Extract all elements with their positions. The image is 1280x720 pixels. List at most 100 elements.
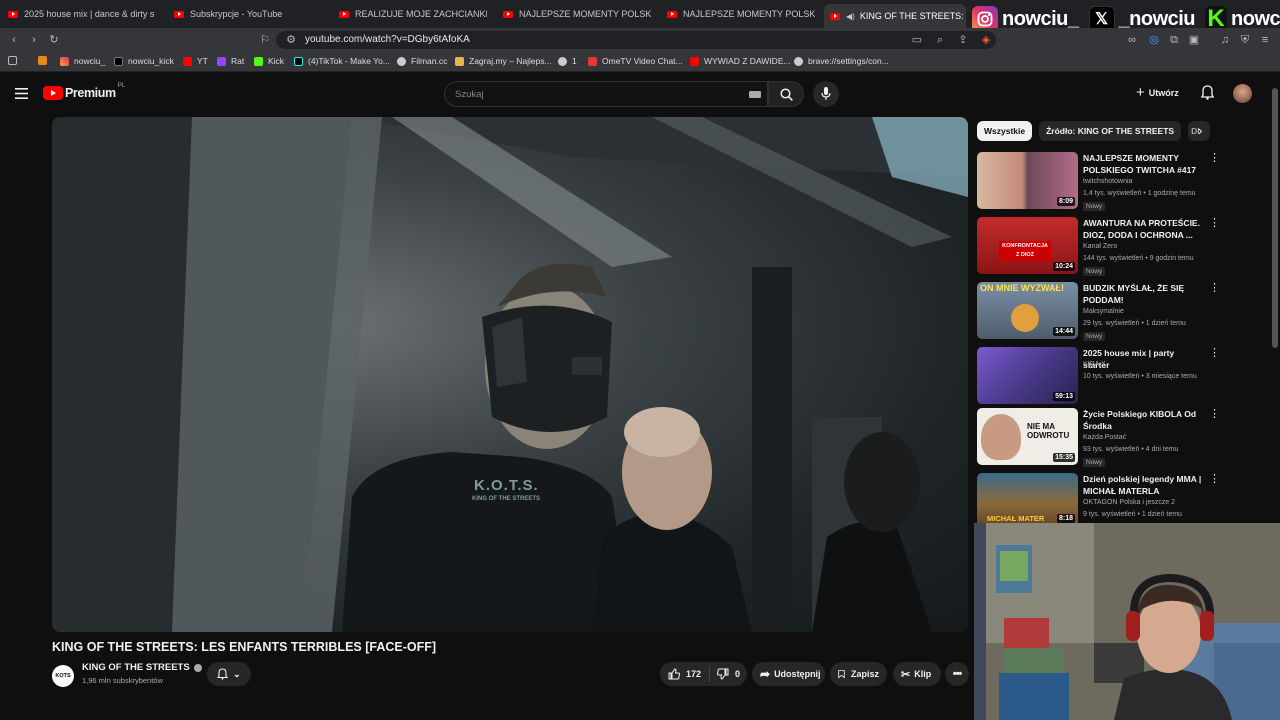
dislike-button[interactable]: 0 [710,668,747,680]
more-actions-button[interactable]: ••• [945,662,969,686]
more-vertical-icon[interactable]: ⋮ [1209,348,1220,359]
recommendation-item[interactable]: KONFRONTACJA Z DIOZ 10:24 AWANTURA NA PR… [977,217,1227,277]
shirt-print-sub: KING OF THE STREETS [472,496,541,502]
more-vertical-icon[interactable]: ⋮ [1209,218,1220,229]
cast-icon[interactable]: ▭ [911,34,923,46]
recommendation-channel[interactable]: OKTAGON Polska i jeszcze 2 [1083,499,1175,506]
video-player[interactable]: K.O.T.S. KING OF THE STREETS [52,117,968,632]
browser-tab[interactable]: NAJLEPSZE MOMENTY POLSKIEGO T [667,4,815,24]
recommendation-item[interactable]: NIE MA ODWROTU 15:35 Życie Polskiego KIB… [977,408,1227,468]
recommendation-title[interactable]: NAJLEPSZE MOMENTY POLSKIEGO TWITCHA #417 [1083,152,1203,176]
sidebar-icon[interactable]: ▣ [1188,34,1200,46]
recommendation-channel[interactable]: Maksymalnie [1083,308,1124,315]
filter-chips: Wszystkie Źródło: KING OF THE STREETS Dl [977,121,1217,143]
forward-icon[interactable]: › [28,34,40,46]
bookmark-item[interactable]: brave://settings/con... [794,56,889,66]
recommendation-title[interactable]: BUDZIK MYŚLAŁ, ŻE SIĘ PODDAM! [1083,282,1203,306]
recommendation-title[interactable]: AWANTURA NA PROTEŚCIE. DIOZ, DODA I OCHR… [1083,217,1203,241]
youtube-logo-icon [43,86,63,100]
notification-subscribe-button[interactable]: ⌄ [207,662,251,686]
recommendation-item[interactable]: ON MNIE WYZWAŁ! 14:44 BUDZIK MYŚLAŁ, ŻE … [977,282,1227,342]
recommendation-thumbnail[interactable]: NIE MA ODWROTU 15:35 [977,408,1078,465]
keyboard-icon[interactable] [749,91,761,98]
browser-tab[interactable]: REALIZUJE MOJE ZACHCIANKI CIĄŻO [339,4,487,24]
apps-icon[interactable] [8,56,22,65]
bookmark-item[interactable]: OmeTV Video Chat... [588,56,683,66]
vpn-icon[interactable]: ⛨ [1239,34,1251,46]
more-vertical-icon[interactable]: ⋮ [1209,283,1220,294]
page-scrollbar[interactable] [1272,88,1278,348]
notifications-bell-icon[interactable] [1201,85,1214,100]
recommendation-thumbnail[interactable]: 8:09 [977,152,1078,209]
tab-label: 2025 house mix | dance & dirty s [24,9,155,19]
brave-shield-icon[interactable]: ◈ [980,34,992,46]
avatar[interactable] [1233,84,1252,103]
browser-tab-active[interactable]: ◀) KING OF THE STREETS: LES EN [824,4,966,28]
bookmark-item[interactable]: (4)TikTok - Make Yo... [294,56,390,66]
bookmark-item[interactable]: Kick [254,56,284,66]
recommendation-thumbnail[interactable]: MICHAŁ MATER 8:18 [977,473,1078,523]
save-button[interactable]: Zapisz [830,662,887,686]
recommendation-channel[interactable]: Kanał Zero [1083,243,1117,250]
bookmark-item[interactable] [38,56,52,65]
tab-label: KING OF THE STREETS: LES EN [859,11,966,21]
menu-icon[interactable]: ≡ [1259,34,1271,46]
bookmark-item[interactable]: YT [183,56,208,66]
chips-scroll-right-icon[interactable]: › [1198,123,1202,138]
more-vertical-icon[interactable]: ⋮ [1209,474,1220,485]
like-button[interactable]: 172 [660,666,711,682]
recommendation-title[interactable]: Życie Polskiego KIBOLA Od Środka [1083,408,1203,432]
share-button[interactable]: ➦ Udostępnij [752,662,825,686]
chip-source[interactable]: Źródło: KING OF THE STREETS [1039,121,1182,141]
recommendation-channel[interactable]: KIRA X [1083,361,1106,368]
browser-tab[interactable]: Subskrypcje - YouTube [174,4,322,24]
recommendation-item[interactable]: 59:13 2025 house mix | party starter KIR… [977,347,1227,407]
browser-tab[interactable]: NAJLEPSZE MOMENTY POLSKIEGO T [503,4,651,24]
youtube-icon [503,10,513,18]
more-vertical-icon[interactable]: ⋮ [1209,409,1220,420]
share-icon[interactable]: ⇪ [957,34,969,46]
hamburger-menu-icon[interactable] [15,88,28,99]
youtube-logo[interactable]: Premium PL [43,83,125,100]
chip-all[interactable]: Wszystkie [977,121,1033,141]
bookmark-item[interactable]: WYWIAD Z DAWIDE... [690,56,791,66]
save-bookmark-icon [838,670,845,679]
extension-icon[interactable]: ∞ [1126,34,1138,46]
music-icon[interactable]: ♫ [1219,34,1231,46]
site-info-icon[interactable]: ⚙ [285,34,297,46]
browser-tab[interactable]: 2025 house mix | dance & dirty s [8,4,156,24]
screenshot-icon[interactable]: ⧉ [1168,34,1180,46]
channel-avatar[interactable]: KOTS [52,665,74,687]
search-button[interactable] [768,81,804,107]
recommendation-title[interactable]: Dzień polskiej legendy MMA | MICHAŁ MATE… [1083,473,1203,497]
translate-icon[interactable]: ◎ [1148,34,1160,46]
bookmark-item[interactable]: Filman.cc [397,56,447,66]
speaker-icon[interactable]: ◀) [846,12,855,21]
search-input[interactable]: Szukaj [444,81,768,107]
recommendation-thumbnail[interactable]: 59:13 [977,347,1078,404]
bookmark-icon[interactable]: ⚐ [259,34,271,46]
video-duration: 10:24 [1053,262,1075,271]
back-icon[interactable]: ‹ [8,34,20,46]
zoom-icon[interactable]: ⌕ [934,34,946,46]
recommendation-item[interactable]: 8:09 NAJLEPSZE MOMENTY POLSKIEGO TWITCHA… [977,152,1227,212]
more-vertical-icon[interactable]: ⋮ [1209,153,1220,164]
channel-name-link[interactable]: KING OF THE STREETS [82,662,202,673]
voice-search-button[interactable] [813,81,839,107]
bookmark-item[interactable]: nowciu_ [60,56,105,66]
bookmark-item[interactable]: 1 [558,56,577,66]
recommendation-channel[interactable]: Każda Postać [1083,434,1126,441]
like-count: 172 [686,669,702,679]
bookmark-item[interactable]: Zagraj.my – Najleps... [455,56,552,66]
recommendation-thumbnail[interactable]: KONFRONTACJA Z DIOZ 10:24 [977,217,1078,274]
save-label: Zapisz [850,669,879,679]
recommendation-thumbnail[interactable]: ON MNIE WYZWAŁ! 14:44 [977,282,1078,339]
recommendation-channel[interactable]: twitchshotownia [1083,178,1132,185]
bookmark-item[interactable]: Rat [217,56,244,66]
url-text[interactable]: youtube.com/watch?v=DGby6tAfoKA [305,34,470,45]
clip-button[interactable]: ✂ Klip [893,662,941,686]
subscriber-count: 1,96 mln subskrybentów [82,676,163,685]
bookmark-item[interactable]: nowciu_kick [114,56,174,66]
reload-icon[interactable]: ↻ [48,34,60,46]
create-button[interactable]: + Utwórz [1136,85,1179,100]
